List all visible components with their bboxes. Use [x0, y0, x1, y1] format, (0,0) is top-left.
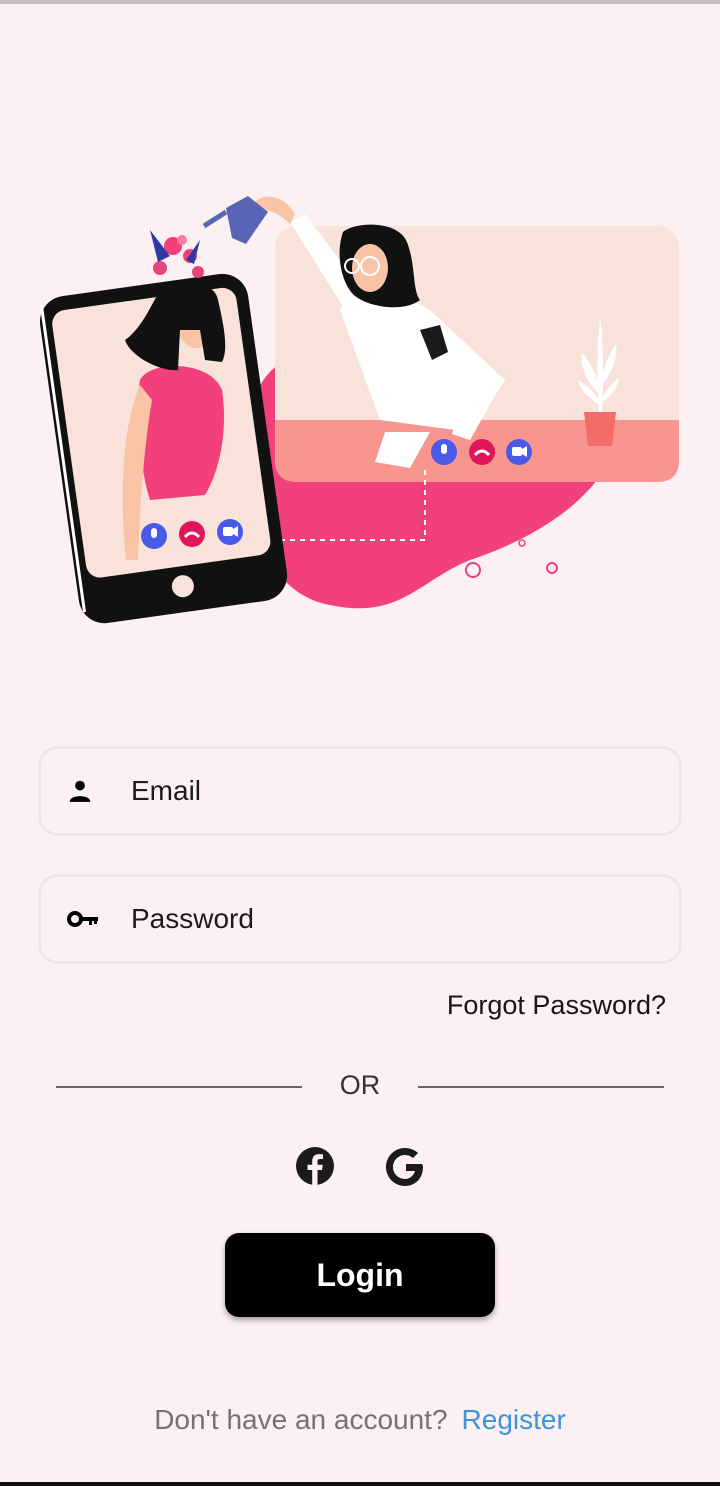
social-login-row — [0, 1144, 720, 1190]
register-prompt: Don't have an account? Register — [0, 1404, 720, 1436]
status-bar-edge — [0, 0, 720, 4]
person-icon — [67, 778, 115, 804]
register-link[interactable]: Register — [462, 1404, 566, 1435]
facebook-icon[interactable] — [294, 1145, 336, 1187]
key-icon — [67, 909, 115, 929]
video-call-illustration — [39, 196, 679, 624]
no-account-text: Don't have an account? — [154, 1404, 448, 1435]
password-input[interactable] — [131, 889, 651, 949]
login-button[interactable]: Login — [225, 1233, 495, 1317]
or-divider: OR — [56, 1070, 664, 1104]
nav-bar-edge — [0, 1482, 720, 1486]
google-icon[interactable] — [382, 1144, 428, 1190]
email-field[interactable] — [38, 746, 682, 836]
divider-line-right — [418, 1086, 664, 1088]
forgot-password-link[interactable]: Forgot Password? — [447, 990, 666, 1021]
email-input[interactable] — [131, 761, 651, 821]
password-field[interactable] — [38, 874, 682, 964]
